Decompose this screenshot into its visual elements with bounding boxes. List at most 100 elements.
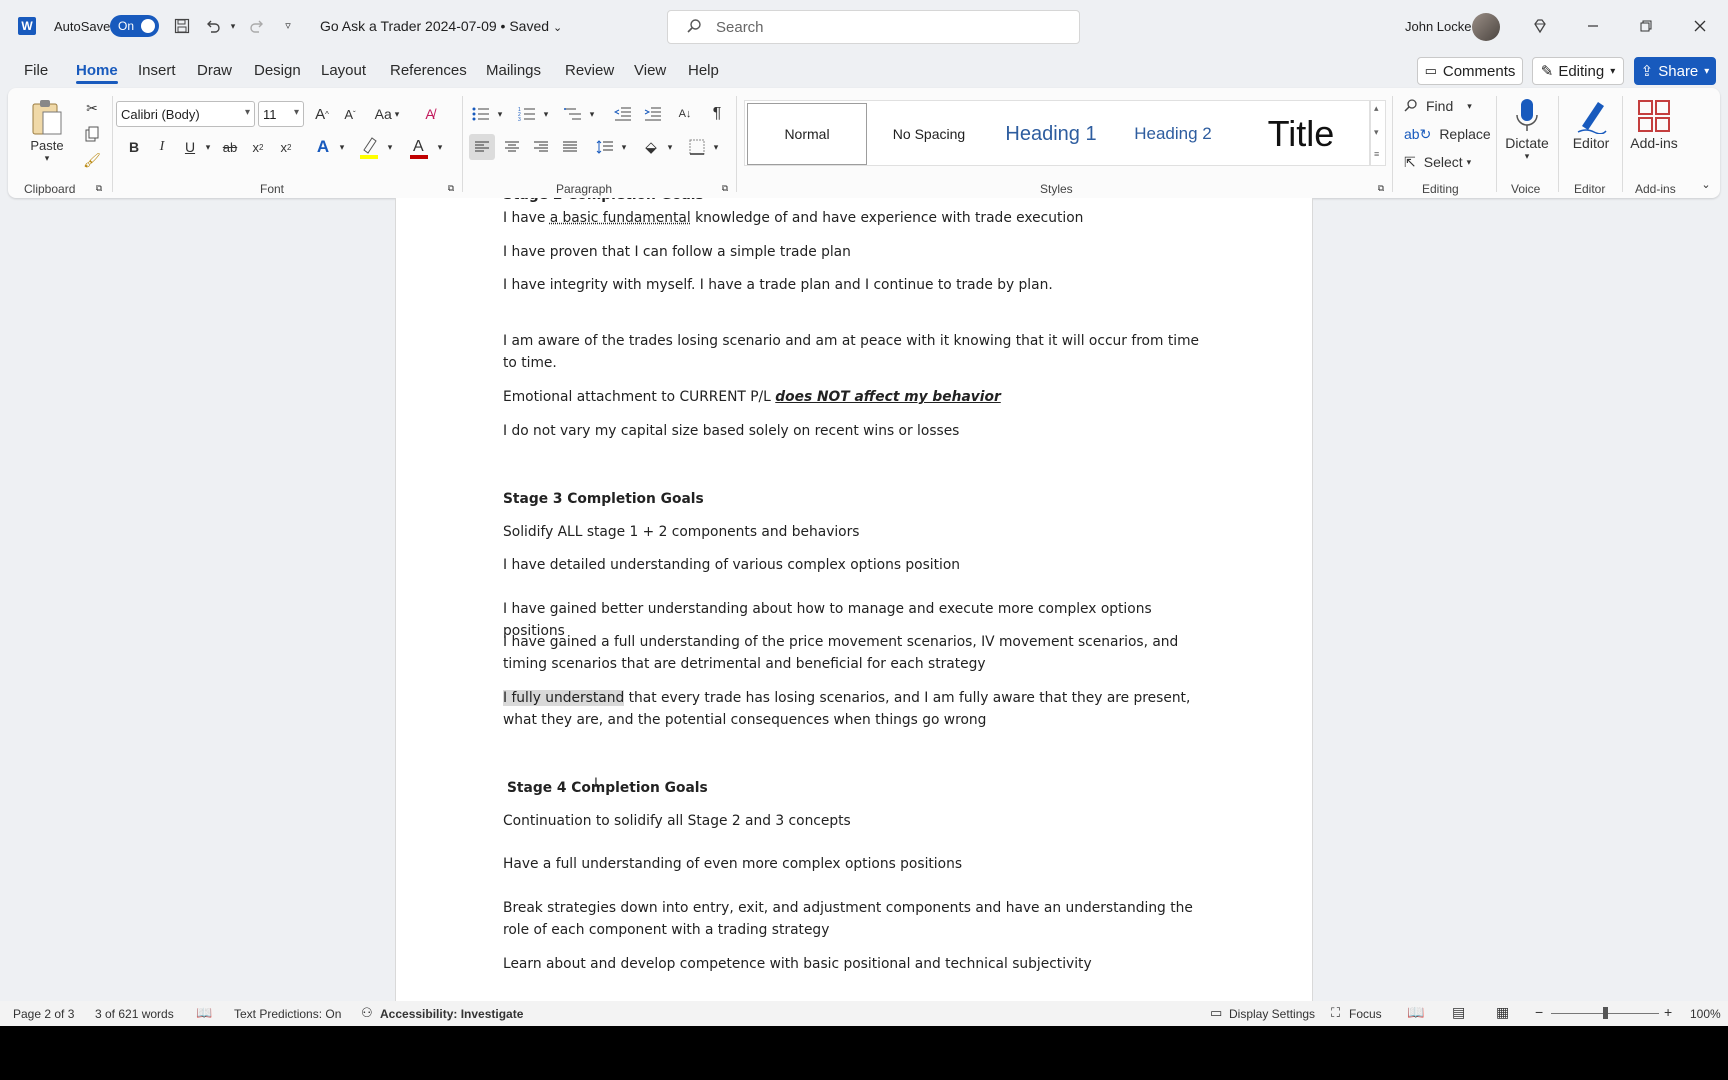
dictate-dropdown-icon[interactable]: ▾ bbox=[1520, 150, 1534, 162]
flagged-text[interactable]: a basic fundamental bbox=[550, 210, 691, 226]
display-settings-button[interactable]: Display Settings bbox=[1229, 1007, 1315, 1021]
minimize-icon[interactable] bbox=[1582, 15, 1604, 37]
font-color-dropdown-icon[interactable]: ▾ bbox=[434, 140, 446, 154]
customize-toolbar-icon[interactable]: ▿ bbox=[280, 16, 296, 34]
strikethrough-icon[interactable]: ab bbox=[218, 134, 242, 160]
select-button[interactable]: ⇱ Select ▾ bbox=[1396, 150, 1496, 174]
undo-icon[interactable] bbox=[202, 15, 224, 37]
style-normal[interactable]: Normal bbox=[747, 103, 867, 165]
tab-view[interactable]: View bbox=[634, 62, 666, 79]
style-heading-2[interactable]: Heading 2 bbox=[1113, 103, 1233, 165]
styles-launcher-icon[interactable]: ⧉ bbox=[1374, 181, 1388, 195]
style-no-spacing[interactable]: No Spacing bbox=[869, 103, 989, 165]
bullets-icon[interactable] bbox=[468, 101, 494, 127]
accessibility-status[interactable]: Accessibility: Investigate bbox=[380, 1007, 523, 1021]
numbering-dropdown-icon[interactable]: ▾ bbox=[540, 108, 552, 120]
tab-mailings[interactable]: Mailings bbox=[486, 62, 541, 79]
borders-dropdown-icon[interactable]: ▾ bbox=[710, 140, 722, 154]
collapse-ribbon-icon[interactable]: ⌄ bbox=[1698, 176, 1714, 192]
tab-references[interactable]: References bbox=[390, 62, 467, 79]
justify-icon[interactable] bbox=[557, 134, 583, 160]
document-title[interactable]: Go Ask a Trader 2024-07-09 • Saved ⌄ bbox=[320, 18, 562, 34]
styles-gallery-scroller[interactable]: ▴ ▾ ≡ bbox=[1370, 100, 1386, 166]
selected-text[interactable]: I fully understand bbox=[503, 690, 625, 706]
line-spacing-dropdown-icon[interactable]: ▾ bbox=[618, 140, 630, 154]
zoom-level[interactable]: 100% bbox=[1690, 1007, 1721, 1021]
format-painter-icon[interactable]: 🖌 bbox=[82, 150, 102, 170]
align-right-icon[interactable] bbox=[528, 134, 554, 160]
cut-icon[interactable]: ✂ bbox=[82, 98, 102, 118]
decrease-indent-icon[interactable] bbox=[610, 101, 636, 127]
tab-draw[interactable]: Draw bbox=[197, 62, 232, 79]
chevron-down-icon[interactable]: ▾ bbox=[1374, 127, 1379, 138]
tab-design[interactable]: Design bbox=[254, 62, 301, 79]
addins-icon[interactable] bbox=[1632, 96, 1676, 136]
diamond-icon[interactable] bbox=[1529, 15, 1551, 37]
tab-file[interactable]: File bbox=[24, 62, 48, 79]
editing-mode-button[interactable]: ✎ Editing ▾ bbox=[1532, 57, 1624, 85]
bullets-dropdown-icon[interactable]: ▾ bbox=[494, 108, 506, 120]
chevron-up-icon[interactable]: ▴ bbox=[1374, 103, 1379, 114]
borders-icon[interactable] bbox=[684, 134, 710, 160]
autosave-toggle[interactable]: On bbox=[110, 15, 159, 37]
addins-button[interactable]: Add-ins bbox=[1624, 134, 1684, 152]
font-color-icon[interactable]: A bbox=[406, 132, 432, 162]
font-size-select[interactable]: 11 ▾ bbox=[258, 101, 304, 127]
multilevel-list-icon[interactable] bbox=[560, 101, 586, 127]
tab-insert[interactable]: Insert bbox=[138, 62, 176, 79]
font-name-select[interactable]: Calibri (Body) ▾ bbox=[116, 101, 255, 127]
word-count[interactable]: 3 of 621 words bbox=[95, 1007, 174, 1021]
italic-icon[interactable]: I bbox=[150, 134, 174, 160]
tab-home[interactable]: Home bbox=[76, 62, 118, 79]
shading-dropdown-icon[interactable]: ▾ bbox=[664, 140, 676, 154]
multilevel-dropdown-icon[interactable]: ▾ bbox=[586, 108, 598, 120]
tab-layout[interactable]: Layout bbox=[321, 62, 366, 79]
paste-icon[interactable] bbox=[28, 96, 66, 138]
style-title[interactable]: Title bbox=[1235, 103, 1367, 165]
paste-dropdown-icon[interactable]: ▾ bbox=[40, 152, 54, 164]
shading-icon[interactable]: ⬙ bbox=[638, 134, 664, 160]
editor-button[interactable]: Editor bbox=[1564, 134, 1618, 152]
grow-font-icon[interactable]: A ^ bbox=[310, 101, 334, 127]
read-mode-icon[interactable]: 📖 bbox=[1407, 1004, 1424, 1021]
numbering-icon[interactable]: 123 bbox=[514, 101, 540, 127]
redo-icon[interactable] bbox=[246, 15, 268, 37]
align-center-icon[interactable] bbox=[499, 134, 525, 160]
share-button[interactable]: ⇪ Share ▾ bbox=[1634, 57, 1716, 85]
document-page[interactable]: Stage 2 Completion Goals I have a basic … bbox=[395, 198, 1313, 1001]
avatar[interactable] bbox=[1472, 13, 1500, 41]
underline-icon[interactable]: U bbox=[178, 134, 202, 160]
editor-pen-icon[interactable] bbox=[1570, 96, 1612, 136]
line-spacing-icon[interactable] bbox=[592, 134, 618, 160]
text-predictions-status[interactable]: Text Predictions: On bbox=[234, 1007, 341, 1021]
clear-formatting-icon[interactable]: A̸ bbox=[418, 101, 442, 127]
focus-button[interactable]: Focus bbox=[1349, 1007, 1382, 1021]
highlight-dropdown-icon[interactable]: ▾ bbox=[384, 140, 396, 154]
replace-button[interactable]: ab↻ Replace bbox=[1396, 122, 1496, 146]
subscript-icon[interactable]: x2 bbox=[246, 134, 270, 160]
undo-dropdown-icon[interactable]: ▾ bbox=[227, 18, 239, 34]
find-button[interactable]: Find ▾ bbox=[1396, 94, 1486, 118]
highlight-color-icon[interactable] bbox=[356, 132, 382, 162]
clipboard-launcher-icon[interactable]: ⧉ bbox=[92, 181, 106, 195]
style-heading-1[interactable]: Heading 1 bbox=[991, 103, 1111, 165]
font-launcher-icon[interactable]: ⧉ bbox=[444, 181, 458, 195]
close-icon[interactable] bbox=[1689, 15, 1711, 37]
save-icon[interactable] bbox=[171, 15, 193, 37]
underline-dropdown-icon[interactable]: ▾ bbox=[202, 140, 214, 154]
bold-icon[interactable]: B bbox=[122, 134, 146, 160]
web-layout-icon[interactable]: ▦ bbox=[1496, 1004, 1509, 1021]
tab-review[interactable]: Review bbox=[565, 62, 614, 79]
shrink-font-icon[interactable]: Aˇ bbox=[338, 101, 362, 127]
zoom-slider-thumb[interactable] bbox=[1603, 1007, 1608, 1019]
proofing-icon[interactable]: 📖 bbox=[196, 1005, 212, 1021]
paragraph-launcher-icon[interactable]: ⧉ bbox=[718, 181, 732, 195]
print-layout-icon[interactable]: ▤ bbox=[1452, 1004, 1465, 1021]
copy-icon[interactable] bbox=[82, 124, 102, 144]
user-name[interactable]: John Locke bbox=[1405, 19, 1472, 34]
show-formatting-marks-icon[interactable]: ¶ bbox=[704, 101, 730, 127]
page-indicator[interactable]: Page 2 of 3 bbox=[13, 1007, 74, 1021]
align-left-icon[interactable] bbox=[469, 134, 495, 160]
text-effects-dropdown-icon[interactable]: ▾ bbox=[336, 140, 348, 154]
superscript-icon[interactable]: x2 bbox=[274, 134, 298, 160]
